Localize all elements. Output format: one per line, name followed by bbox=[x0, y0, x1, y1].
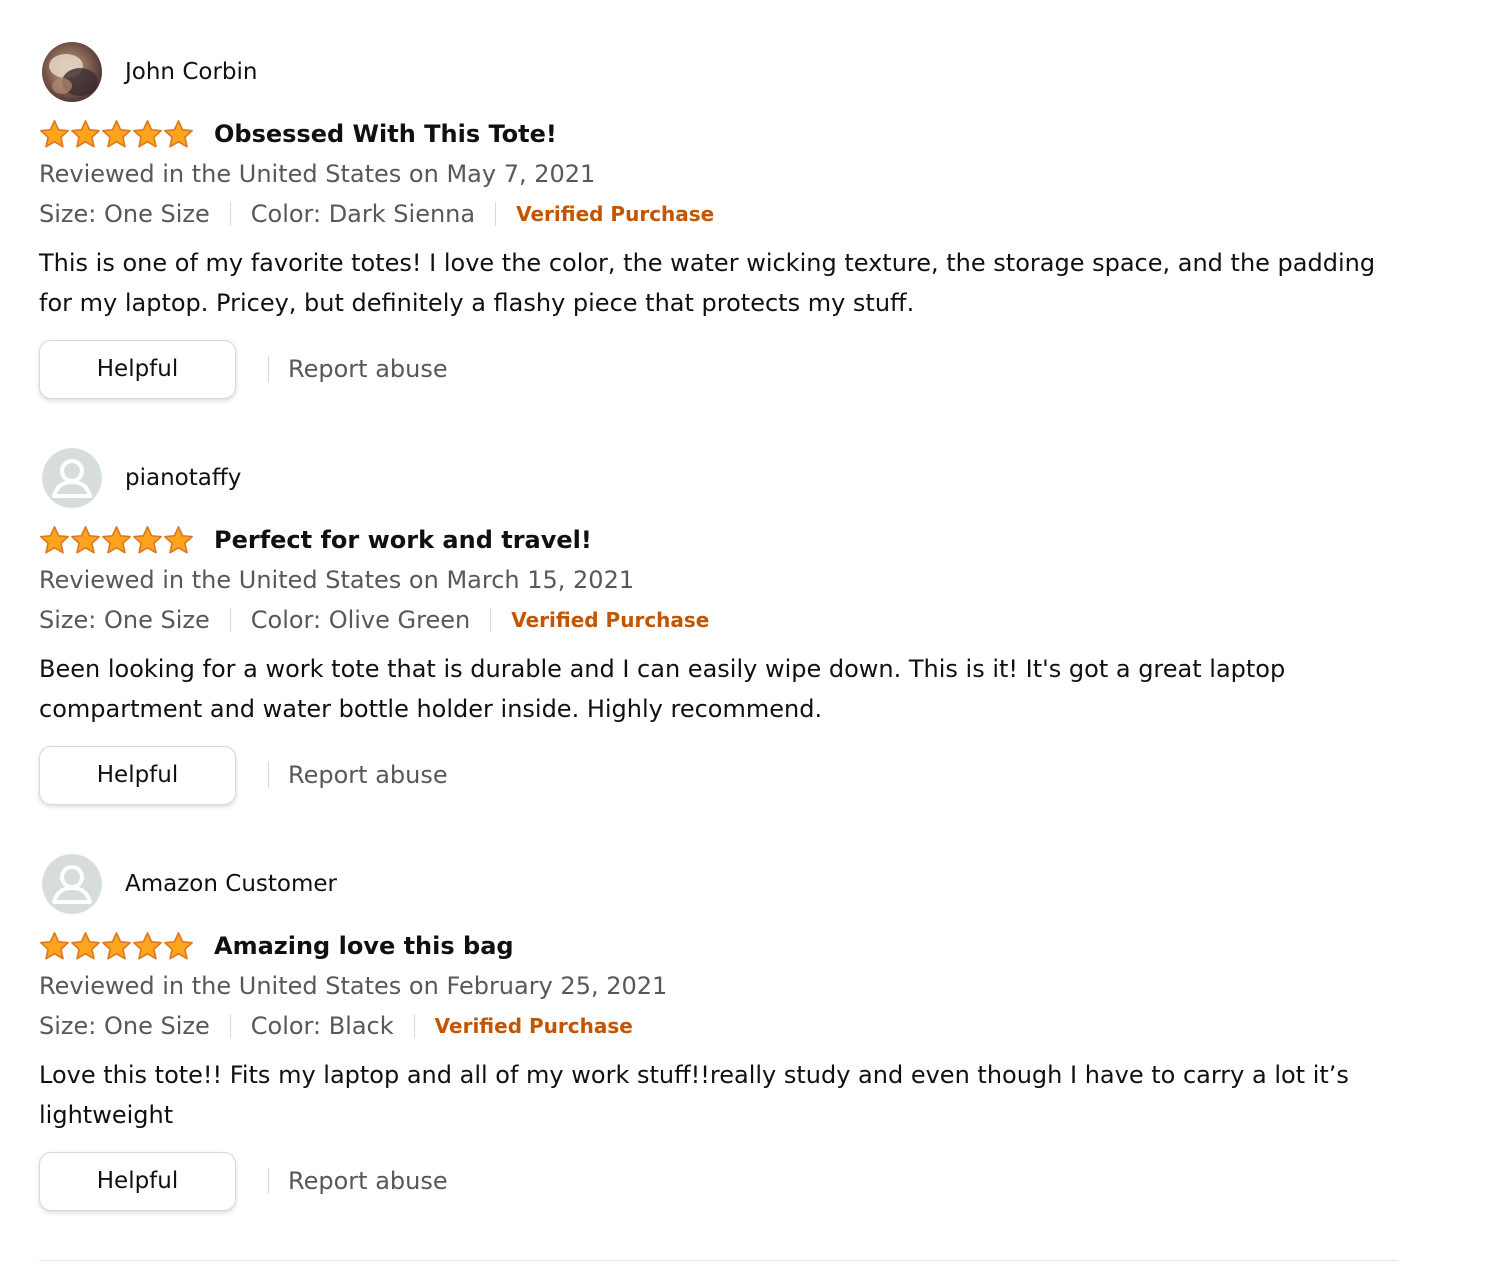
helpful-button[interactable]: Helpful bbox=[39, 1151, 236, 1211]
star-filled-icon bbox=[101, 119, 132, 149]
review-body: Been looking for a work tote that is dur… bbox=[39, 655, 1286, 723]
star-filled-icon bbox=[163, 931, 194, 961]
star-rating[interactable] bbox=[39, 119, 194, 149]
avatar[interactable] bbox=[42, 448, 102, 508]
profile-name[interactable]: Amazon Customer bbox=[125, 869, 337, 899]
variant-row: Size: One Size Color: Dark Sienna Verifi… bbox=[39, 197, 714, 231]
reviews-list: John Corbin Obsessed With This Tote! Rev… bbox=[39, 0, 1399, 1266]
variant-row: Size: One Size Color: Black Verified Pur… bbox=[39, 1009, 633, 1043]
rating-row: Perfect for work and travel! bbox=[39, 522, 592, 558]
review-item: Amazon Customer Amazing love this bag Re… bbox=[39, 812, 1399, 1218]
divider bbox=[495, 202, 497, 226]
divider bbox=[490, 608, 492, 632]
review-item: John Corbin Obsessed With This Tote! Rev… bbox=[39, 0, 1399, 406]
variant-size[interactable]: Size: One Size bbox=[39, 603, 210, 637]
profile-name[interactable]: John Corbin bbox=[125, 57, 257, 87]
star-filled-icon bbox=[39, 525, 70, 555]
profile[interactable]: John Corbin bbox=[42, 42, 257, 102]
star-filled-icon bbox=[70, 525, 101, 555]
default-user-icon bbox=[42, 854, 102, 914]
review-body: This is one of my favorite totes! I love… bbox=[39, 249, 1376, 317]
star-filled-icon bbox=[101, 525, 132, 555]
divider bbox=[268, 1168, 269, 1194]
star-filled-icon bbox=[70, 119, 101, 149]
variant-row: Size: One Size Color: Olive Green Verifi… bbox=[39, 603, 709, 637]
report-abuse-link[interactable]: Report abuse bbox=[288, 1164, 448, 1198]
divider bbox=[268, 762, 269, 788]
report-abuse-link[interactable]: Report abuse bbox=[288, 352, 448, 386]
review-actions: Helpful Report abuse bbox=[39, 745, 448, 805]
variant-color[interactable]: Color: Olive Green bbox=[251, 603, 470, 637]
divider bbox=[229, 608, 231, 632]
star-filled-icon bbox=[163, 119, 194, 149]
review-title[interactable]: Obsessed With This Tote! bbox=[214, 117, 557, 151]
report-abuse-link[interactable]: Report abuse bbox=[288, 758, 448, 792]
divider bbox=[229, 202, 231, 226]
review-title[interactable]: Amazing love this bag bbox=[214, 929, 514, 963]
variant-color[interactable]: Color: Black bbox=[251, 1009, 394, 1043]
review-date: Reviewed in the United States on Februar… bbox=[39, 972, 668, 1000]
verified-purchase-badge[interactable]: Verified Purchase bbox=[435, 1009, 633, 1043]
star-filled-icon bbox=[70, 931, 101, 961]
review-date: Reviewed in the United States on March 1… bbox=[39, 566, 635, 594]
avatar[interactable] bbox=[42, 42, 102, 102]
review-item: pianotaffy Perfect for work and travel! … bbox=[39, 406, 1399, 812]
divider bbox=[229, 1014, 231, 1038]
profile[interactable]: Amazon Customer bbox=[42, 854, 337, 914]
star-rating[interactable] bbox=[39, 525, 194, 555]
star-rating[interactable] bbox=[39, 931, 194, 961]
helpful-button[interactable]: Helpful bbox=[39, 339, 236, 399]
review-body: Love this tote!! Fits my laptop and all … bbox=[39, 1061, 1349, 1129]
star-filled-icon bbox=[132, 525, 163, 555]
divider bbox=[268, 356, 269, 382]
photo-avatar-icon bbox=[42, 42, 102, 102]
review-actions: Helpful Report abuse bbox=[39, 339, 448, 399]
star-filled-icon bbox=[39, 119, 70, 149]
rating-row: Amazing love this bag bbox=[39, 928, 514, 964]
review-actions: Helpful Report abuse bbox=[39, 1151, 448, 1211]
section-divider bbox=[39, 1260, 1398, 1261]
review-date: Reviewed in the United States on May 7, … bbox=[39, 160, 596, 188]
profile[interactable]: pianotaffy bbox=[42, 448, 241, 508]
profile-name[interactable]: pianotaffy bbox=[125, 463, 241, 493]
verified-purchase-badge[interactable]: Verified Purchase bbox=[511, 603, 709, 637]
divider bbox=[413, 1014, 415, 1038]
variant-size[interactable]: Size: One Size bbox=[39, 197, 210, 231]
avatar[interactable] bbox=[42, 854, 102, 914]
star-filled-icon bbox=[101, 931, 132, 961]
variant-size[interactable]: Size: One Size bbox=[39, 1009, 210, 1043]
rating-row: Obsessed With This Tote! bbox=[39, 116, 557, 152]
star-filled-icon bbox=[163, 525, 194, 555]
star-filled-icon bbox=[39, 931, 70, 961]
review-title[interactable]: Perfect for work and travel! bbox=[214, 523, 592, 557]
variant-color[interactable]: Color: Dark Sienna bbox=[251, 197, 475, 231]
verified-purchase-badge[interactable]: Verified Purchase bbox=[516, 197, 714, 231]
default-user-icon bbox=[42, 448, 102, 508]
helpful-button[interactable]: Helpful bbox=[39, 745, 236, 805]
star-filled-icon bbox=[132, 931, 163, 961]
star-filled-icon bbox=[132, 119, 163, 149]
